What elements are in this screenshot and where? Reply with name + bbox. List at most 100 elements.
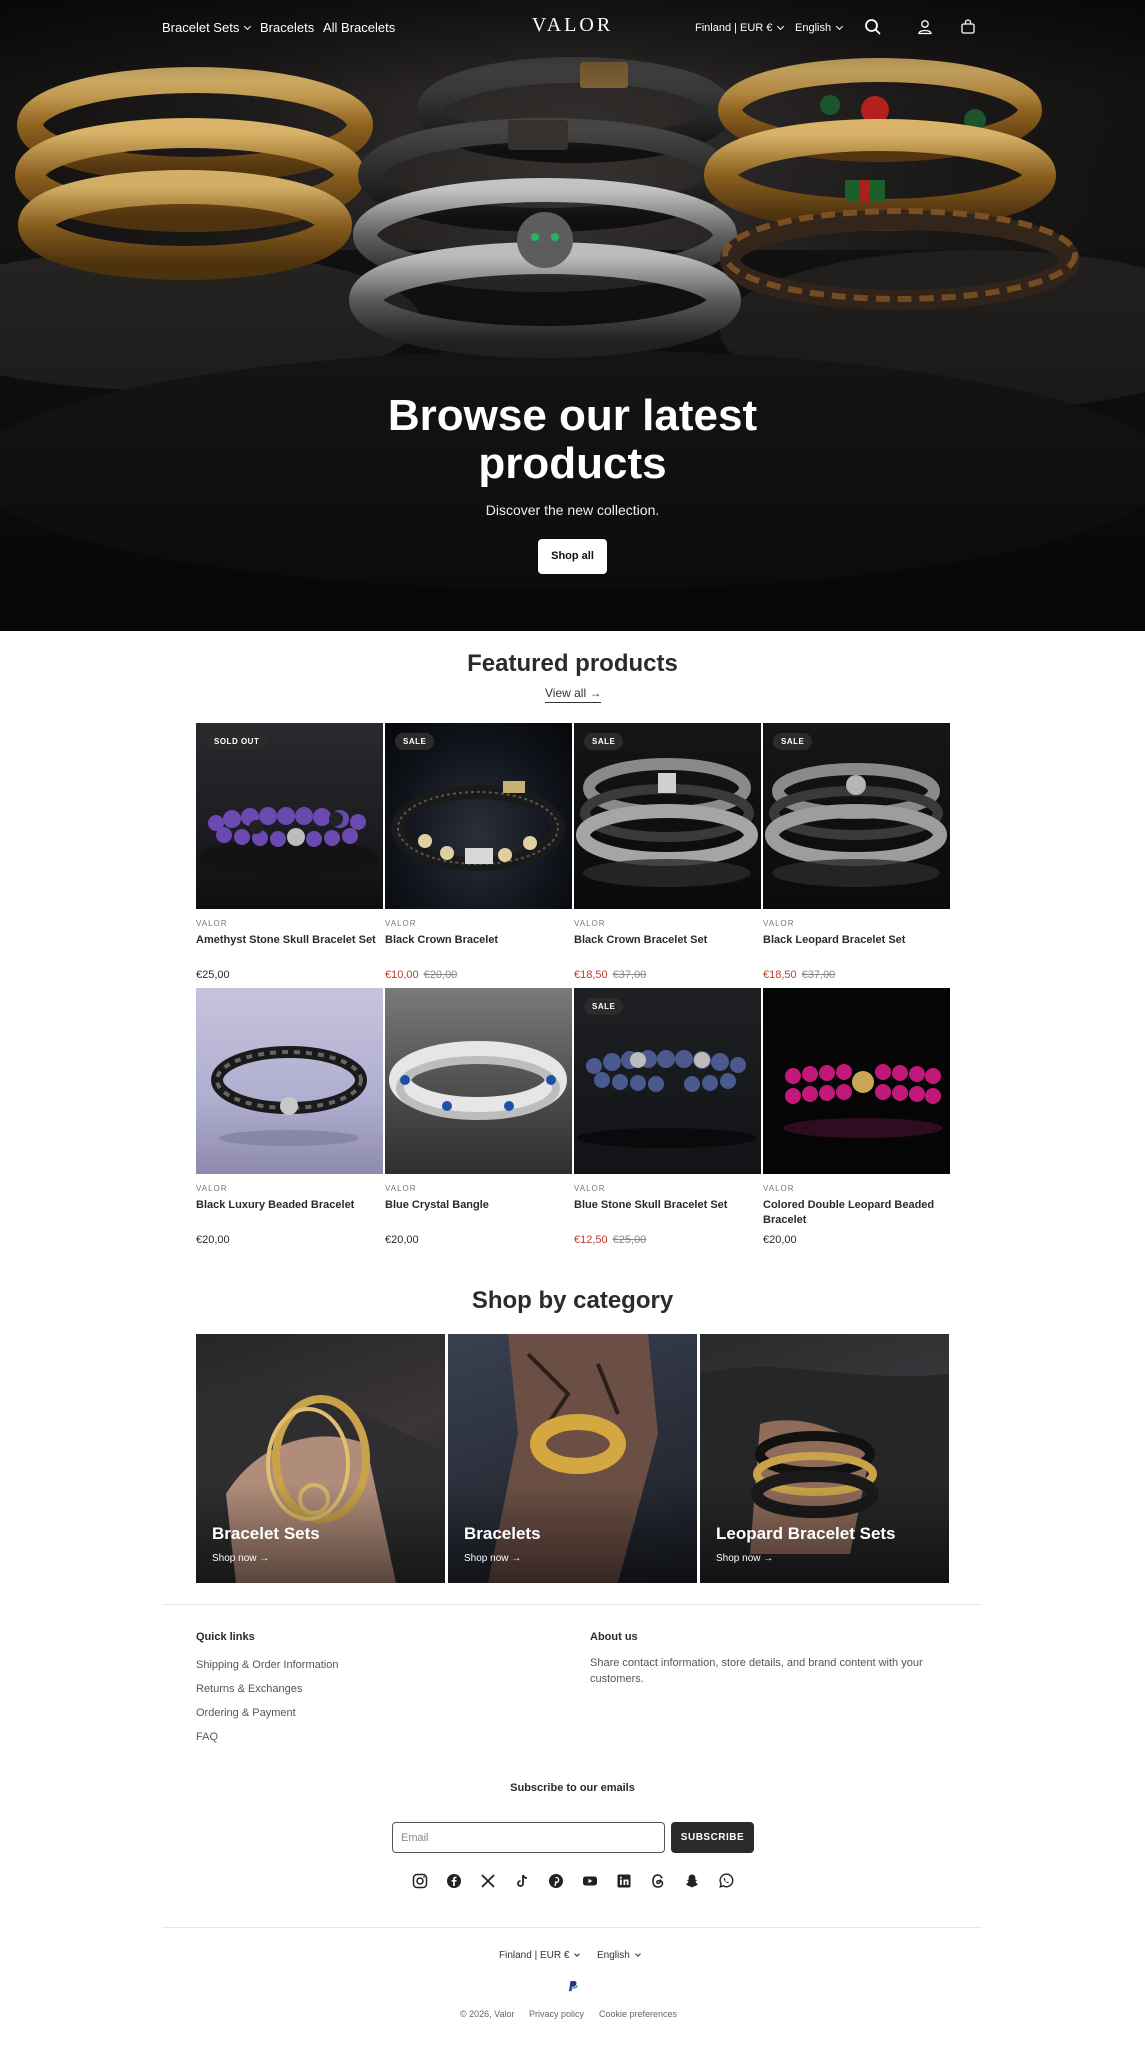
category-title: Bracelet Sets: [212, 1524, 320, 1543]
product-name[interactable]: Blue Crystal Bangle: [385, 1198, 572, 1213]
category-card-bracelets[interactable]: Bracelets Shop now →: [448, 1334, 697, 1583]
chevron-down-icon: [634, 1951, 641, 1957]
chevron-down-icon: [777, 22, 785, 31]
product-price: €25,00: [196, 969, 230, 981]
footer-language-selector[interactable]: English: [597, 1950, 641, 1961]
cookie-preferences-link[interactable]: Cookie preferences: [599, 2009, 677, 2019]
footer-link-ordering[interactable]: Ordering & Payment: [196, 1707, 296, 1719]
product-price: €10,00 €20,00: [385, 969, 457, 981]
view-all-link[interactable]: View all →: [545, 686, 602, 703]
paypal-icon: [569, 1981, 578, 1992]
language-selector[interactable]: English: [795, 22, 844, 34]
product-card[interactable]: VALOR Black Luxury Beaded Bracelet €20,0…: [196, 988, 383, 1246]
footer-link-shipping[interactable]: Shipping & Order Information: [196, 1659, 338, 1671]
product-vendor: VALOR: [763, 1184, 795, 1193]
product-image[interactable]: [763, 988, 950, 1174]
chevron-down-icon: [836, 22, 844, 31]
product-badge: SALE: [773, 733, 813, 750]
quick-links-heading: Quick links: [196, 1631, 255, 1643]
product-card[interactable]: SALE VALOR Black Crown Bracelet €10,00 €2…: [385, 723, 572, 981]
product-vendor: VALOR: [196, 1184, 228, 1193]
shop-by-category-title: Shop by category: [471, 1287, 674, 1314]
privacy-policy-link[interactable]: Privacy policy: [529, 2009, 584, 2019]
footer-link-faq[interactable]: FAQ: [196, 1731, 218, 1743]
threads-icon[interactable]: [650, 1873, 666, 1889]
cart-icon[interactable]: [959, 18, 977, 36]
product-badge: SALE: [584, 998, 624, 1015]
product-card[interactable]: SOLD OUT VALOR Amethyst Stone Skull Brac…: [196, 723, 383, 981]
category-title: Leopard Bracelet Sets: [716, 1524, 896, 1543]
product-card[interactable]: VALOR Blue Crystal Bangle €20,00: [385, 988, 572, 1246]
email-input[interactable]: Email: [392, 1822, 665, 1853]
product-image[interactable]: SOLD OUT: [196, 723, 383, 909]
sale-price: €18,50: [574, 969, 608, 981]
compare-at-price: €37,00: [801, 969, 836, 981]
sale-price: €18,50: [763, 969, 797, 981]
footer-bottom-divider: [162, 1927, 982, 1928]
product-card[interactable]: SALE VALOR Black Leopard Bracelet Set €1…: [763, 723, 950, 981]
facebook-icon[interactable]: [446, 1873, 462, 1889]
product-name[interactable]: Black Leopard Bracelet Set: [763, 933, 950, 948]
product-vendor: VALOR: [574, 919, 606, 928]
linkedin-icon[interactable]: [616, 1873, 632, 1889]
sale-price: €12,50: [574, 1234, 608, 1246]
product-badge: SOLD OUT: [206, 733, 268, 750]
compare-at-price: €37,00: [612, 969, 647, 981]
category-title: Bracelets: [464, 1524, 541, 1543]
product-badge: SALE: [584, 733, 624, 750]
category-link[interactable]: Shop now →: [716, 1553, 773, 1564]
account-icon[interactable]: [916, 18, 934, 36]
chevron-down-icon: [574, 1951, 581, 1957]
product-price: €12,50 €25,00: [574, 1234, 646, 1246]
product-card[interactable]: VALOR Colored Double Leopard Beaded Brac…: [763, 988, 950, 1246]
instagram-icon[interactable]: [412, 1873, 428, 1889]
category-card-leopard-bracelet-sets[interactable]: Leopard Bracelet Sets Shop now →: [700, 1334, 949, 1583]
category-card-bracelet-sets[interactable]: Bracelet Sets Shop now →: [196, 1334, 445, 1583]
shop-all-button[interactable]: Shop all: [538, 539, 607, 574]
hero-subtitle: Discover the new collection.: [485, 502, 660, 518]
product-image[interactable]: [196, 988, 383, 1174]
product-image[interactable]: [385, 988, 572, 1174]
subscribe-button[interactable]: SUBSCRIBE: [671, 1822, 754, 1853]
product-card[interactable]: SALE VALOR Black Crown Bracelet Set €18,…: [574, 723, 761, 981]
category-link[interactable]: Shop now →: [212, 1553, 269, 1564]
search-icon[interactable]: [864, 18, 882, 36]
sale-price: €10,00: [385, 969, 419, 981]
about-us-heading: About us: [590, 1631, 638, 1643]
product-price: €18,50 €37,00: [574, 969, 646, 981]
x-icon[interactable]: [480, 1873, 496, 1889]
copyright-text: © 2026, Valor: [460, 2009, 515, 2019]
hero-overlay: [0, 0, 1145, 631]
whatsapp-icon[interactable]: [718, 1873, 734, 1889]
product-image[interactable]: SALE: [763, 723, 950, 909]
product-card[interactable]: SALE VALOR Blue Stone Skull Bracelet Set…: [574, 988, 761, 1246]
product-price: €20,00: [763, 1234, 797, 1246]
compare-at-price: €25,00: [612, 1234, 647, 1246]
snapchat-icon[interactable]: [684, 1873, 700, 1889]
product-vendor: VALOR: [385, 919, 417, 928]
product-image[interactable]: SALE: [574, 988, 761, 1174]
tiktok-icon[interactable]: [514, 1873, 530, 1889]
footer-country-selector[interactable]: Finland | EUR €: [499, 1950, 581, 1961]
product-image[interactable]: SALE: [385, 723, 572, 909]
pinterest-icon[interactable]: [548, 1873, 564, 1889]
youtube-icon[interactable]: [582, 1873, 598, 1889]
top-navigation: Bracelet Sets Bracelets All Bracelets VA…: [0, 0, 1145, 56]
footer-link-returns[interactable]: Returns & Exchanges: [196, 1683, 302, 1695]
product-name[interactable]: Black Crown Bracelet Set: [574, 933, 761, 948]
product-name[interactable]: Black Luxury Beaded Bracelet: [196, 1198, 383, 1213]
product-price: €18,50 €37,00: [763, 969, 835, 981]
product-name[interactable]: Black Crown Bracelet: [385, 933, 572, 948]
compare-at-price: €20,00: [423, 969, 458, 981]
product-vendor: VALOR: [763, 919, 795, 928]
product-vendor: VALOR: [574, 1184, 606, 1193]
hero-title: Browse our latest products: [387, 391, 758, 488]
product-image[interactable]: SALE: [574, 723, 761, 909]
product-vendor: VALOR: [196, 919, 228, 928]
country-selector[interactable]: Finland | EUR €: [695, 22, 785, 34]
product-name[interactable]: Amethyst Stone Skull Bracelet Set: [196, 933, 383, 948]
category-link[interactable]: Shop now →: [464, 1553, 521, 1564]
product-name[interactable]: Colored Double Leopard Beaded Bracelet: [763, 1198, 950, 1228]
product-badge: SALE: [395, 733, 435, 750]
product-name[interactable]: Blue Stone Skull Bracelet Set: [574, 1198, 761, 1213]
